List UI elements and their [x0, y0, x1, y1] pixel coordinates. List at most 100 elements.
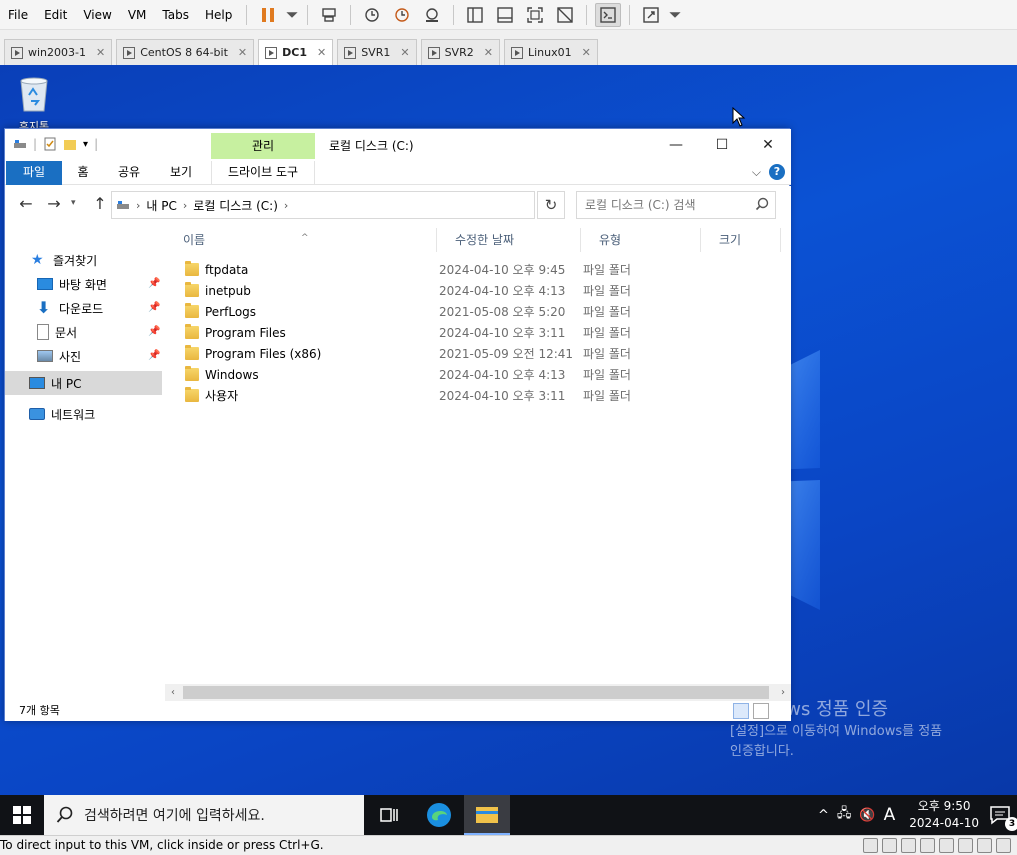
network-adapter-icon[interactable]: [901, 838, 916, 853]
task-view-button[interactable]: [366, 795, 412, 835]
taskbar-file-explorer[interactable]: [464, 795, 510, 835]
file-row[interactable]: 사용자 2024-04-10 오후 3:11 파일 폴더: [175, 385, 775, 406]
column-header-name[interactable]: 이름 ^: [165, 228, 437, 252]
pin-icon[interactable]: 📌: [148, 302, 160, 314]
sound-card-icon[interactable]: [939, 838, 954, 853]
close-icon[interactable]: ✕: [96, 46, 105, 59]
sidebar-toggle-icon[interactable]: [462, 3, 488, 27]
close-icon[interactable]: ✕: [317, 46, 326, 59]
close-icon[interactable]: ✕: [400, 46, 409, 59]
ime-indicator[interactable]: A: [884, 805, 896, 825]
up-arrow-icon[interactable]: ↑: [89, 194, 111, 216]
network-tray-icon[interactable]: 🖧: [837, 804, 852, 826]
column-header-size[interactable]: 크기: [701, 228, 781, 252]
printer-icon[interactable]: [958, 838, 973, 853]
menu-file[interactable]: File: [0, 0, 36, 30]
message-log-icon[interactable]: [996, 838, 1011, 853]
title-bar[interactable]: | ▾ | 관리 로컬 디스크 (C:) — ☐ ✕: [5, 129, 791, 161]
minimize-button[interactable]: —: [653, 129, 699, 161]
qat-customize-icon[interactable]: ▾: [83, 139, 88, 150]
console-view-icon[interactable]: [595, 2, 622, 27]
properties-icon[interactable]: [43, 137, 57, 151]
sidebar-item-pictures[interactable]: 사진 📌: [5, 344, 162, 368]
sidebar-item-quick-access[interactable]: ★ 즐겨찾기: [5, 248, 162, 272]
breadcrumb-separator-icon[interactable]: ›: [284, 199, 288, 212]
sidebar-item-network[interactable]: 네트워크: [5, 402, 162, 426]
menu-view[interactable]: View: [75, 0, 119, 30]
menu-edit[interactable]: Edit: [36, 0, 75, 30]
pause-icon[interactable]: [255, 3, 281, 27]
menu-vm[interactable]: VM: [120, 0, 155, 30]
unity-icon[interactable]: [552, 3, 578, 27]
tab-home[interactable]: 홈: [63, 161, 103, 185]
recycle-bin[interactable]: 휴지통: [14, 75, 54, 133]
breadcrumb-separator-icon[interactable]: ›: [183, 199, 187, 212]
fullscreen-icon[interactable]: [522, 3, 548, 27]
breadcrumb-this-pc[interactable]: 내 PC: [146, 197, 176, 214]
file-row[interactable]: inetpub 2024-04-10 오후 4:13 파일 폴더: [175, 280, 775, 301]
breadcrumb-local-disk[interactable]: 로컬 디스크 (C:): [193, 197, 278, 214]
chevron-up-icon[interactable]: ^: [818, 808, 829, 823]
pin-icon[interactable]: 📌: [148, 278, 160, 290]
drive-icon[interactable]: [13, 137, 27, 151]
snapshot-icon[interactable]: [359, 3, 385, 27]
start-button[interactable]: [0, 795, 44, 835]
menu-help[interactable]: Help: [197, 0, 240, 30]
sidebar-item-documents[interactable]: 문서 📌: [5, 320, 162, 344]
close-icon[interactable]: ✕: [582, 46, 591, 59]
recent-locations-chevron-icon[interactable]: ▾: [71, 198, 76, 208]
chevron-down-icon[interactable]: [285, 3, 299, 27]
vm-tab-win2003-1[interactable]: win2003-1 ✕: [4, 39, 113, 65]
stretch-guest-icon[interactable]: [638, 3, 664, 27]
horizontal-scrollbar[interactable]: ‹ ›: [165, 684, 791, 701]
address-bar[interactable]: › 내 PC › 로컬 디스크 (C:) › ⌵: [111, 191, 630, 219]
taskbar-edge[interactable]: [416, 795, 462, 835]
forward-arrow-icon[interactable]: →: [43, 194, 65, 216]
details-view-icon[interactable]: [733, 703, 749, 719]
vm-tab-dc1[interactable]: DC1 ✕: [258, 39, 334, 65]
file-row[interactable]: PerfLogs 2021-05-08 오후 5:20 파일 폴더: [175, 301, 775, 322]
tab-drive-tools[interactable]: 드라이브 도구: [211, 161, 315, 185]
breadcrumb-separator-icon[interactable]: ›: [136, 199, 140, 212]
tab-share[interactable]: 공유: [109, 161, 149, 185]
volume-muted-icon[interactable]: 🔇: [859, 808, 875, 823]
column-header-type[interactable]: 유형: [581, 228, 701, 252]
tab-view[interactable]: 보기: [161, 161, 201, 185]
send-ctrl-alt-del-icon[interactable]: [316, 3, 342, 27]
vm-tab-svr1[interactable]: SVR1 ✕: [337, 39, 417, 65]
new-folder-icon[interactable]: [63, 137, 77, 151]
notification-center-button[interactable]: 3: [989, 801, 1017, 831]
scrollbar-thumb[interactable]: [183, 686, 769, 699]
hard-disk-icon[interactable]: [863, 838, 878, 853]
pin-icon[interactable]: 📌: [148, 326, 160, 338]
close-icon[interactable]: ✕: [484, 46, 493, 59]
pin-icon[interactable]: 📌: [148, 350, 160, 362]
taskbar-search-box[interactable]: 검색하려면 여기에 입력하세요.: [44, 795, 364, 835]
cd-rom-icon[interactable]: [882, 838, 897, 853]
scroll-left-icon[interactable]: ‹: [165, 684, 181, 701]
close-icon[interactable]: ✕: [238, 46, 247, 59]
sidebar-item-this-pc[interactable]: 내 PC: [5, 371, 162, 395]
display-icon[interactable]: [977, 838, 992, 853]
help-icon[interactable]: ?: [769, 164, 785, 180]
back-arrow-icon[interactable]: ←: [15, 194, 37, 216]
file-row[interactable]: Program Files (x86) 2021-05-09 오전 12:41 …: [175, 343, 775, 364]
thumbnail-bar-icon[interactable]: [492, 3, 518, 27]
large-icons-view-icon[interactable]: [753, 703, 769, 719]
file-row[interactable]: Program Files 2024-04-10 오후 3:11 파일 폴더: [175, 322, 775, 343]
menu-tabs[interactable]: Tabs: [154, 0, 197, 30]
vm-tab-linux01[interactable]: Linux01 ✕: [503, 39, 598, 65]
sidebar-item-desktop[interactable]: 바탕 화면 📌: [5, 272, 162, 296]
vm-tab-svr2[interactable]: SVR2 ✕: [420, 39, 500, 65]
usb-icon[interactable]: [920, 838, 935, 853]
search-input[interactable]: 로컬 디스크 (C:) 검색: [576, 191, 776, 219]
column-header-date[interactable]: 수정한 날짜: [437, 228, 581, 252]
refresh-button[interactable]: ↻: [537, 191, 565, 219]
maximize-button[interactable]: ☐: [699, 129, 745, 161]
file-row[interactable]: Windows 2024-04-10 오후 4:13 파일 폴더: [175, 364, 775, 385]
tab-file[interactable]: 파일: [6, 161, 62, 185]
snapshot-manager-icon[interactable]: [419, 3, 445, 27]
vm-tab-centos[interactable]: CentOS 8 64-bit ✕: [116, 39, 255, 65]
sidebar-item-downloads[interactable]: ⬇ 다운로드 📌: [5, 296, 162, 320]
close-button[interactable]: ✕: [745, 129, 791, 161]
